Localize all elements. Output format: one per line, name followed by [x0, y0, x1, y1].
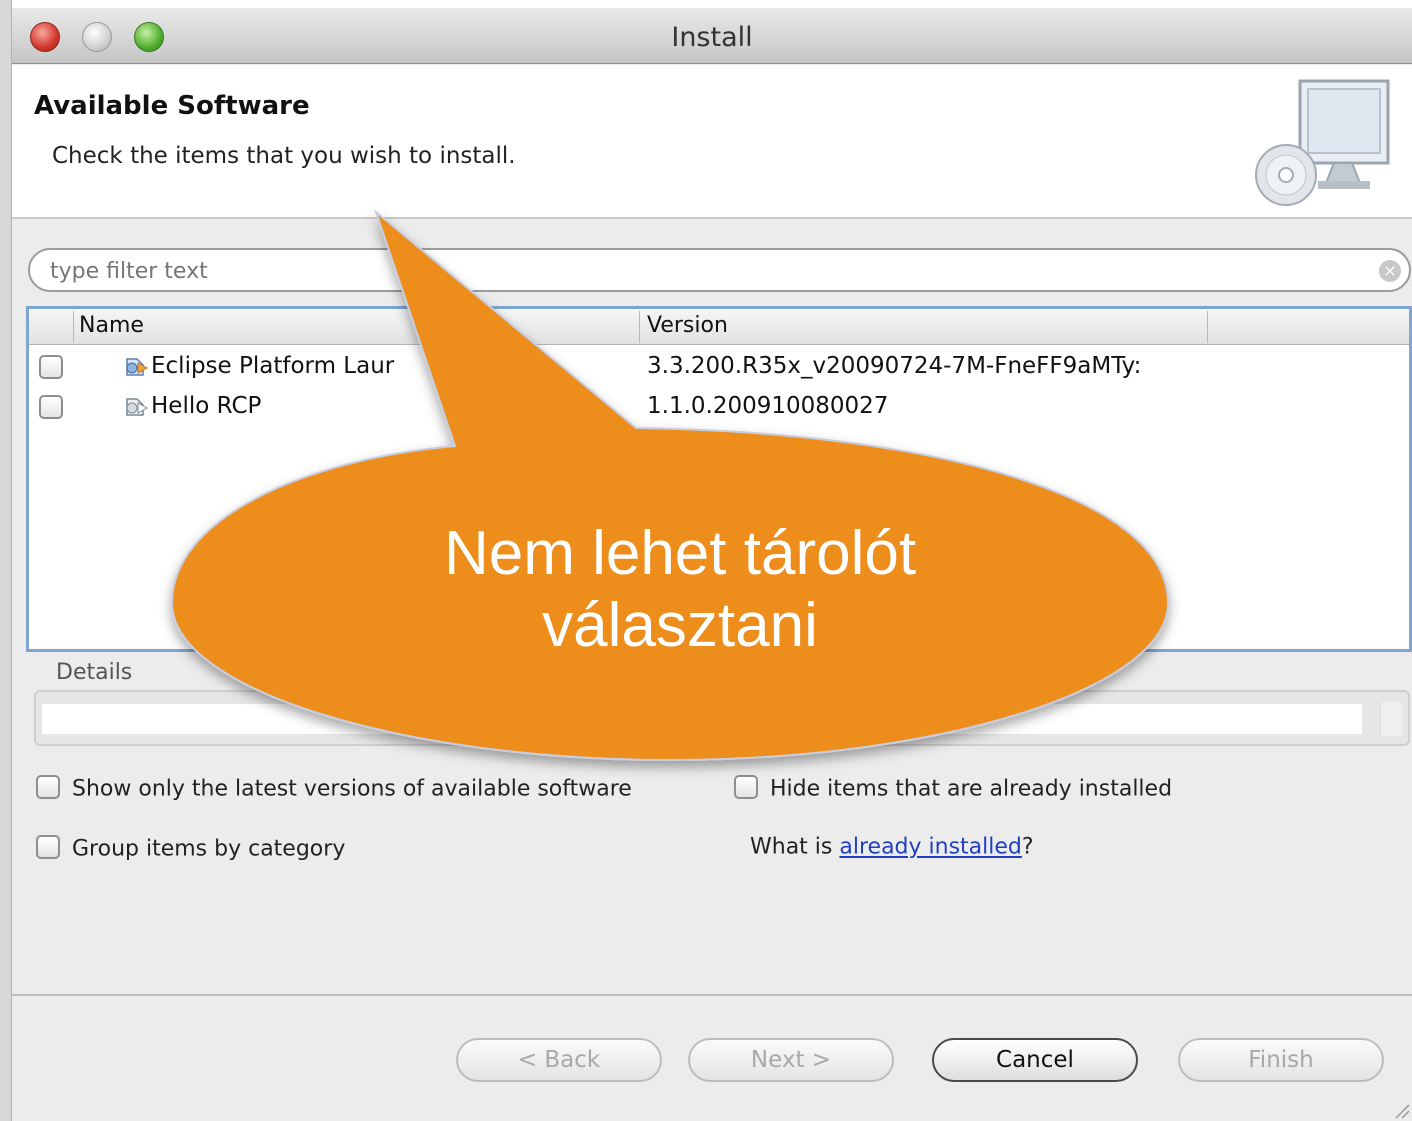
already-installed-text: What is already installed? — [750, 834, 1034, 860]
next-button[interactable]: Next > — [688, 1038, 894, 1082]
group-by-category-label: Group items by category — [72, 836, 346, 862]
window-title: Install — [671, 22, 753, 53]
page-title: Available Software — [34, 91, 310, 121]
hide-installed-option[interactable]: Hide items that are already installed — [734, 775, 1173, 802]
back-button[interactable]: < Back — [456, 1038, 662, 1082]
details-label: Details — [56, 660, 133, 685]
callout-line-2: választani — [542, 591, 818, 660]
filter-field: × — [28, 248, 1411, 292]
show-latest-option[interactable]: Show only the latest versions of availab… — [36, 775, 632, 802]
group-by-category-option[interactable]: Group items by category — [36, 835, 346, 862]
row-version: 3.3.200.R35x_v20090724-7M-FneFF9aMTy: — [647, 353, 1142, 379]
row-name: Eclipse Platform Laur — [151, 353, 395, 379]
install-monitor-icon — [1255, 79, 1390, 206]
what-is-prefix: What is — [750, 834, 840, 860]
callout-text: Nem lehet tárolót választani — [230, 518, 1130, 662]
column-header-version[interactable]: Version — [647, 313, 728, 338]
title-bar[interactable]: Install — [12, 8, 1412, 64]
feature-plugin-icon — [126, 358, 149, 376]
details-scrollbar[interactable] — [1380, 702, 1402, 736]
show-latest-label: Show only the latest versions of availab… — [72, 776, 632, 802]
row-name: Hello RCP — [151, 393, 262, 419]
row-checkbox[interactable] — [39, 395, 63, 419]
table-row[interactable]: Hello RCP 1.1.0.200910080027 — [29, 387, 1409, 427]
column-separator — [1207, 311, 1208, 343]
callout-line-1: Nem lehet tárolót — [443, 519, 917, 588]
column-separator — [639, 311, 640, 343]
details-area[interactable] — [34, 690, 1410, 746]
background-window-edge — [0, 0, 12, 1121]
row-version: 1.1.0.200910080027 — [647, 393, 889, 419]
hide-installed-checkbox[interactable] — [734, 775, 758, 799]
column-separator — [73, 311, 74, 343]
already-installed-link[interactable]: already installed — [839, 835, 1022, 860]
row-checkbox[interactable] — [39, 355, 63, 379]
show-latest-checkbox[interactable] — [36, 775, 60, 799]
footer-divider — [12, 994, 1412, 996]
column-header-name[interactable]: Name — [79, 313, 144, 338]
finish-button[interactable]: Finish — [1178, 1038, 1384, 1082]
feature-plugin-icon — [126, 398, 149, 416]
page-description: Check the items that you wish to install… — [52, 143, 516, 169]
group-by-category-checkbox[interactable] — [36, 835, 60, 859]
clear-filter-icon[interactable]: × — [1379, 260, 1401, 282]
filter-input[interactable] — [50, 256, 1350, 286]
details-text — [42, 704, 1362, 734]
hide-installed-label: Hide items that are already installed — [770, 776, 1173, 802]
resize-grip-icon[interactable] — [1392, 1101, 1410, 1119]
cancel-button[interactable]: Cancel — [932, 1038, 1138, 1082]
table-row[interactable]: Eclipse Platform Laur 3.3.200.R35x_v2009… — [29, 347, 1409, 387]
page-header: Available Software Check the items that … — [12, 65, 1412, 219]
what-is-suffix: ? — [1021, 834, 1034, 860]
table-header: Name Version — [29, 309, 1409, 345]
